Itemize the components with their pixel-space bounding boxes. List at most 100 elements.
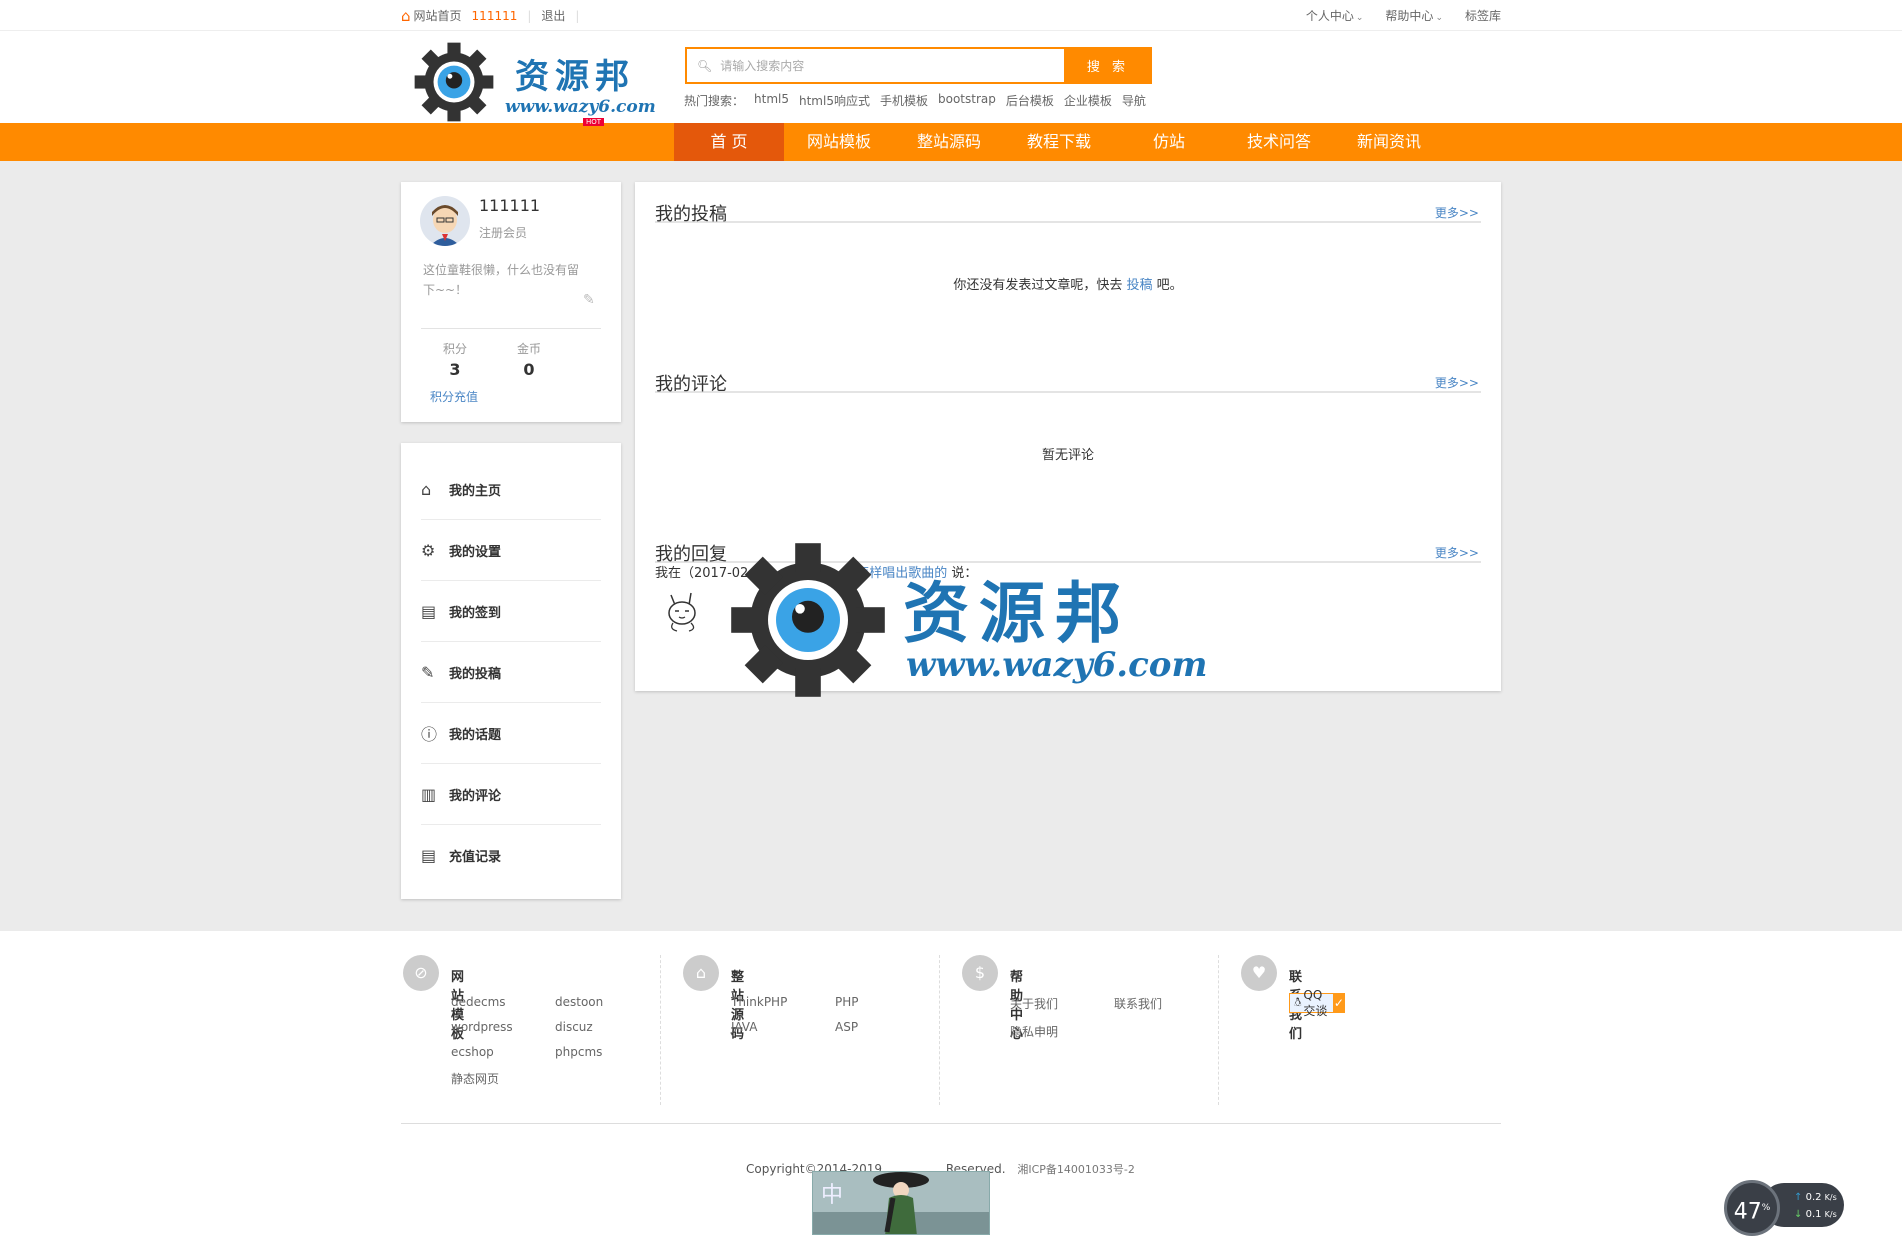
search-box: 🔍︎: [685, 47, 1064, 84]
footer-link[interactable]: PHP: [835, 995, 931, 1009]
footer-link[interactable]: 联系我们: [1114, 995, 1210, 1012]
warrior-figure-icon: 中: [813, 1172, 989, 1234]
divider: |: [575, 8, 580, 23]
search-bar: 🔍︎ 搜 索: [685, 47, 1152, 84]
download-arrow-icon: ↓: [1794, 1209, 1803, 1220]
nav-item-home[interactable]: 首 页: [674, 123, 784, 161]
more-link[interactable]: 更多>>: [1435, 544, 1479, 561]
points-stat: 积分 3: [425, 340, 485, 379]
coins-value: 0: [523, 360, 535, 379]
comments-section: 我的评论 更多>> 暂无评论: [655, 352, 1481, 463]
footer-link[interactable]: JAVA: [731, 1020, 835, 1034]
submit-post-link[interactable]: 投稿: [1126, 278, 1152, 293]
game-ad-image[interactable]: 中: [812, 1171, 990, 1235]
menu-item-recharge-records[interactable]: ▤ 充值记录: [421, 825, 601, 886]
divider: [660, 955, 661, 1105]
user-menu: ⌂ 我的主页 ⚙ 我的设置 ▤ 我的签到 ✎ 我的投稿 ⓘ 我的话题 ▥ 我的评论 ▤ 充值记…: [401, 443, 621, 899]
hot-term-link[interactable]: 企业模板: [1064, 92, 1112, 109]
chevron-down-icon: ⌄: [1435, 13, 1443, 23]
reply-article-link[interactable]: 怎样唱出歌曲的: [856, 566, 947, 581]
personal-center-menu[interactable]: 个人中心 ⌄: [1306, 7, 1364, 24]
menu-item-posts[interactable]: ✎ 我的投稿: [421, 642, 601, 703]
edit-pencil-icon[interactable]: ✎: [583, 292, 595, 308]
divider: |: [527, 8, 532, 23]
footer: ⊘ 网站模板 dedecms destoon wordpress discuz …: [0, 931, 1902, 1235]
home-icon: ⌂: [401, 6, 411, 25]
recharge-points-link[interactable]: 积分充值: [430, 388, 478, 405]
nav-item-tutorials[interactable]: 教程下载: [1004, 123, 1114, 161]
hot-term-link[interactable]: html5: [754, 92, 789, 109]
hot-term-link[interactable]: html5响应式: [799, 92, 870, 109]
more-link[interactable]: 更多>>: [1435, 374, 1479, 391]
logo-text: 资源邦: [515, 57, 635, 97]
svg-text:中: 中: [821, 1183, 843, 1208]
header: 资源邦 www.wazy6.com HOT 🔍︎ 搜 索 热门搜索： html5…: [0, 31, 1902, 126]
coin-icon: $: [962, 955, 998, 991]
footer-link[interactable]: ecshop: [451, 1045, 555, 1059]
clipboard-icon: ▥: [421, 784, 437, 804]
nav-item-clone[interactable]: 仿站: [1114, 123, 1224, 161]
home-link[interactable]: ⌂ 网站首页: [401, 7, 462, 25]
footer-link[interactable]: phpcms: [555, 1045, 651, 1059]
check-icon: ✓: [1333, 994, 1345, 1012]
list-icon: ▤: [421, 846, 437, 865]
menu-item-checkin[interactable]: ▤ 我的签到: [421, 581, 601, 642]
icp-number[interactable]: 湘ICP备14001033号-2: [1017, 1163, 1135, 1176]
hot-search-label: 热门搜索：: [684, 94, 745, 108]
more-link[interactable]: 更多>>: [1435, 204, 1479, 221]
avatar[interactable]: [420, 196, 470, 246]
footer-link[interactable]: 隐私申明: [1010, 1023, 1114, 1040]
footer-link[interactable]: ASP: [835, 1020, 931, 1034]
reply-item: 我在（2017-02- 12: 怎样唱出歌曲的 说：: [655, 566, 978, 581]
chevron-down-icon: ⌄: [1355, 13, 1364, 23]
compass-icon: ⊘: [403, 955, 439, 991]
search-button[interactable]: 搜 索: [1064, 47, 1152, 84]
avatar-face-icon: [420, 196, 470, 246]
logo-url: www.wazy6.com: [505, 97, 656, 117]
list-icon: ▤: [421, 601, 437, 621]
network-speed-widget[interactable]: ↑ 0.2 K/s ↓ 0.1 K/s 47%: [1724, 1180, 1846, 1236]
footer-link[interactable]: 关于我们: [1010, 995, 1114, 1012]
question-icon: ⓘ: [421, 725, 438, 744]
coins-stat: 金币 0: [499, 340, 559, 379]
home-icon: ⌂: [421, 479, 432, 499]
menu-item-settings[interactable]: ⚙ 我的设置: [421, 520, 601, 581]
hot-search: 热门搜索： html5 html5响应式 手机模板 bootstrap 后台模板…: [684, 92, 1146, 109]
footer-link[interactable]: wordpress: [451, 1020, 555, 1034]
menu-item-home[interactable]: ⌂ 我的主页: [421, 459, 601, 520]
menu-item-comments[interactable]: ▥ 我的评论: [421, 764, 601, 825]
search-input[interactable]: [720, 58, 1021, 73]
posts-section: 我的投稿 更多>> 你还没有发表过文章呢，快去 投稿 吧。: [655, 182, 1481, 293]
main-nav: 首 页 网站模板 整站源码 教程下载 仿站 技术问答 新闻资讯: [0, 123, 1902, 161]
hot-term-link[interactable]: 后台模板: [1006, 92, 1054, 109]
pencil-icon: ✎: [421, 662, 435, 682]
site-logo[interactable]: 资源邦 www.wazy6.com HOT: [413, 39, 656, 126]
logout-link[interactable]: 退出: [541, 7, 565, 24]
divider: [421, 328, 601, 329]
footer-link[interactable]: discuz: [555, 1020, 651, 1034]
qq-chat-button[interactable]: 🐧︎ QQ交谈 ✓: [1289, 988, 1346, 1018]
empty-message: 你还没有发表过文章呢，快去 投稿 吧。: [953, 278, 1183, 293]
divider: [1218, 955, 1219, 1105]
menu-item-topics[interactable]: ⓘ 我的话题: [421, 703, 601, 764]
username-link[interactable]: 111111: [472, 9, 518, 23]
content-panel: 我的投稿 更多>> 你还没有发表过文章呢，快去 投稿 吧。 我的评论 更多>> …: [635, 182, 1501, 691]
help-center-menu[interactable]: 帮助中心 ⌄: [1385, 7, 1443, 24]
store-icon: ⌂: [683, 955, 719, 991]
footer-link[interactable]: dedecms: [451, 995, 555, 1009]
nav-item-templates[interactable]: 网站模板: [784, 123, 894, 161]
divider: [939, 955, 940, 1105]
profile-role: 注册会员: [479, 226, 528, 240]
section-title: 我的评论: [655, 374, 727, 395]
nav-item-qa[interactable]: 技术问答: [1224, 123, 1334, 161]
nav-item-source[interactable]: 整站源码: [894, 123, 1004, 161]
footer-link[interactable]: 静态网页: [451, 1070, 555, 1087]
nav-item-news[interactable]: 新闻资讯: [1334, 123, 1444, 161]
footer-link[interactable]: destoon: [555, 995, 651, 1009]
hot-term-link[interactable]: 导航: [1122, 92, 1146, 109]
hot-term-link[interactable]: bootstrap: [938, 92, 996, 109]
tag-library-link[interactable]: 标签库: [1465, 7, 1501, 24]
hot-term-link[interactable]: 手机模板: [880, 92, 928, 109]
empty-message: 暂无评论: [1041, 448, 1094, 463]
footer-link[interactable]: ThinkPHP: [731, 995, 835, 1009]
